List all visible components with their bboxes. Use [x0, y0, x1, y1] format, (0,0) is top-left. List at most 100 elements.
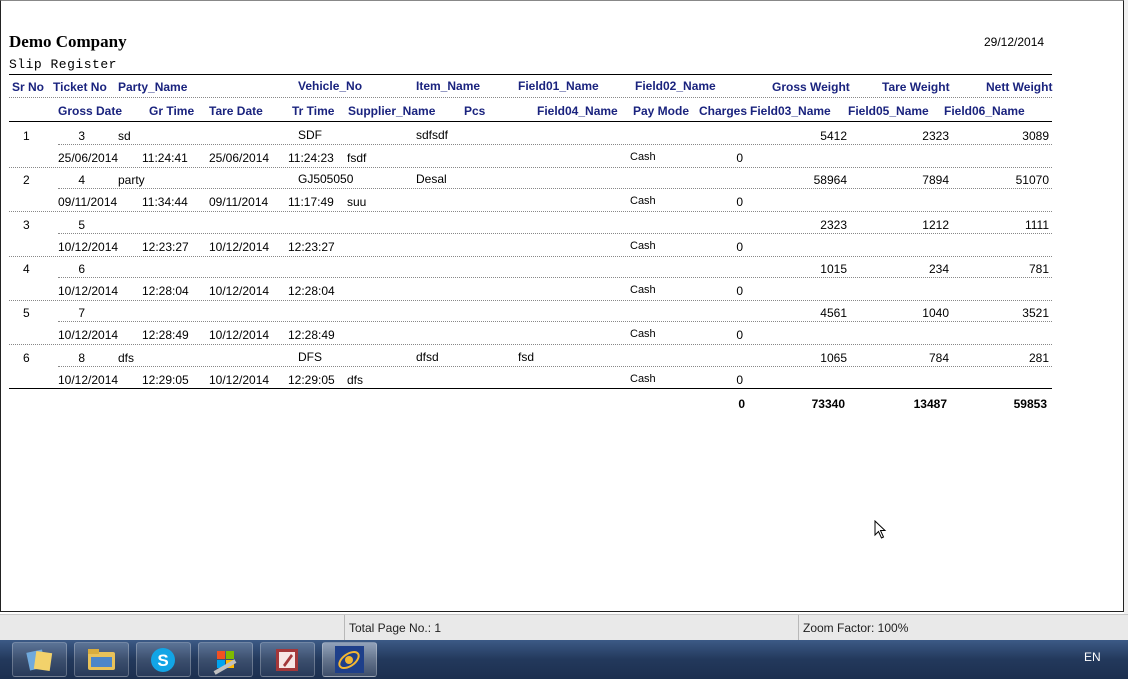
gross-date: 10/12/2014: [58, 373, 119, 387]
header-bottom-rule: [9, 121, 1052, 122]
gross-date: 09/11/2014: [58, 195, 118, 209]
col-header-sr-no: Sr No: [12, 80, 45, 94]
supplier-name: fsdf: [347, 151, 367, 165]
tare-date: 10/12/2014: [209, 328, 270, 342]
status-bar: Total Page No.: 1 Zoom Factor: 100%: [0, 614, 1128, 640]
pay-mode: Cash: [630, 240, 656, 252]
tare-date: 25/06/2014: [209, 151, 270, 165]
col-header-ticket-no: Ticket No: [53, 80, 107, 94]
gr-time: 11:24:41: [142, 151, 188, 165]
total-charges: 0: [738, 397, 745, 411]
ticket-no: 3: [78, 129, 85, 143]
tr-time: 12:28:49: [288, 328, 335, 342]
tr-time: 12:23:27: [288, 240, 335, 254]
gross-weight: 58964: [813, 173, 847, 187]
library-icon[interactable]: [12, 642, 67, 677]
ticket-no: 6: [78, 262, 85, 276]
gross-weight: 1065: [820, 351, 847, 365]
col-header-item-name: Item_Name: [416, 79, 481, 93]
col-header-nett-weight: Nett Weight: [986, 80, 1053, 94]
vehicle-no: DFS: [298, 350, 322, 364]
col-header-vehicle-no: Vehicle_No: [298, 79, 363, 93]
ticket-no: 5: [78, 218, 85, 232]
party-name: party: [118, 173, 145, 187]
charges: 0: [736, 373, 743, 387]
taskbar: S: [0, 640, 1128, 679]
tare-weight: 1212: [922, 218, 949, 232]
zoom-factor: Zoom Factor: 100%: [798, 615, 1123, 640]
gross-date: 10/12/2014: [58, 328, 119, 342]
col-header-tr-time: Tr Time: [292, 104, 335, 118]
windows-tools-icon[interactable]: [198, 642, 253, 677]
sr-no: 1: [23, 129, 30, 143]
col-header-field01: Field01_Name: [518, 79, 599, 93]
charges: 0: [736, 284, 743, 298]
record-separator: [9, 344, 1052, 345]
report-title: Slip Register: [9, 57, 117, 72]
access-icon[interactable]: [260, 642, 315, 677]
col-header-gross-weight: Gross Weight: [772, 80, 850, 94]
gross-weight: 1015: [820, 262, 847, 276]
tare-date: 09/11/2014: [209, 195, 269, 209]
status-cell-empty: [0, 615, 344, 640]
supplier-name: dfs: [347, 373, 364, 387]
tare-weight: 234: [928, 262, 949, 276]
vertical-scrollbar[interactable]: [1124, 0, 1128, 614]
col-header-supplier-name: Supplier_Name: [348, 104, 436, 118]
col-header-pcs: Pcs: [464, 104, 486, 118]
svg-text:S: S: [157, 651, 168, 670]
gross-weight: 2323: [820, 218, 847, 232]
ticket-no: 8: [78, 351, 85, 365]
row-divider: [58, 233, 1052, 234]
skype-icon[interactable]: S: [136, 642, 191, 677]
pay-mode: Cash: [630, 373, 656, 385]
vehicle-no: GJ505050: [298, 172, 354, 186]
tare-weight: 784: [928, 351, 949, 365]
tare-weight: 2323: [922, 129, 949, 143]
pay-mode: Cash: [630, 195, 656, 207]
row-divider: [58, 188, 1052, 189]
explorer-icon[interactable]: [74, 642, 129, 677]
total-tare-weight: 13487: [913, 397, 947, 411]
sr-no: 5: [23, 306, 30, 320]
total-nett-weight: 59853: [1013, 397, 1047, 411]
app-icon[interactable]: [322, 642, 377, 677]
row-divider: [58, 366, 1052, 367]
gross-weight: 4561: [820, 306, 847, 320]
tare-weight: 1040: [922, 306, 949, 320]
pay-mode: Cash: [630, 284, 656, 296]
gr-time: 12:28:04: [142, 284, 189, 298]
col-header-tare-date: Tare Date: [209, 104, 263, 118]
nett-weight: 3089: [1022, 129, 1049, 143]
tr-time: 11:24:23: [288, 151, 334, 165]
tr-time: 11:17:49: [288, 195, 334, 209]
nett-weight: 3521: [1022, 306, 1049, 320]
tare-date: 10/12/2014: [209, 284, 270, 298]
row-divider: [58, 321, 1052, 322]
col-header-gr-time: Gr Time: [149, 104, 195, 118]
tare-weight: 7894: [922, 173, 949, 187]
ticket-no: 7: [78, 306, 85, 320]
nett-weight: 51070: [1015, 173, 1049, 187]
nett-weight: 781: [1028, 262, 1049, 276]
header-top-rule: [9, 74, 1052, 75]
sr-no: 6: [23, 351, 30, 365]
col-header-tare-weight: Tare Weight: [882, 80, 950, 94]
total-gross-weight: 73340: [811, 397, 845, 411]
mouse-cursor-icon: [874, 519, 888, 545]
col-header-pay-mode: Pay Mode: [633, 104, 690, 118]
gross-weight: 5412: [820, 129, 847, 143]
col-header-gross-date: Gross Date: [58, 104, 123, 118]
report-date: 29/12/2014: [984, 35, 1045, 49]
language-indicator[interactable]: EN: [1084, 650, 1101, 664]
supplier-name: suu: [347, 195, 367, 209]
sr-no: 4: [23, 262, 30, 276]
totals-rule: [9, 388, 1052, 389]
gross-date: 10/12/2014: [58, 240, 119, 254]
party-name: sd: [118, 129, 131, 143]
gr-time: 12:28:49: [142, 328, 189, 342]
record-separator: [9, 300, 1052, 301]
record-separator: [9, 211, 1052, 212]
pay-mode: Cash: [630, 151, 656, 163]
nett-weight: 281: [1028, 351, 1049, 365]
